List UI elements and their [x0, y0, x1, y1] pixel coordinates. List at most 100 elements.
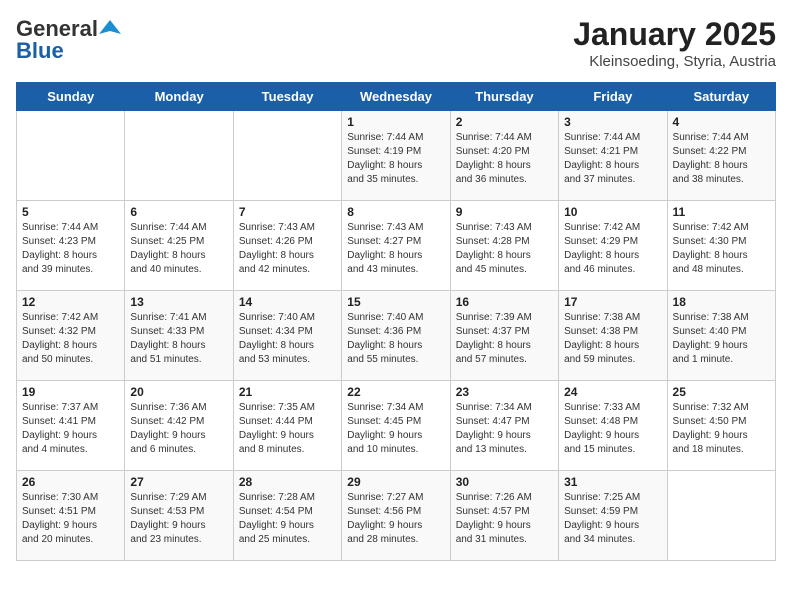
- day-content: Sunrise: 7:44 AM Sunset: 4:22 PM Dayligh…: [673, 131, 770, 187]
- day-number: 24: [564, 385, 661, 399]
- day-number: 5: [22, 205, 119, 219]
- day-number: 8: [347, 205, 444, 219]
- day-content: Sunrise: 7:43 AM Sunset: 4:26 PM Dayligh…: [239, 221, 336, 277]
- weekday-header-friday: Friday: [559, 83, 667, 111]
- day-number: 7: [239, 205, 336, 219]
- day-number: 1: [347, 115, 444, 129]
- calendar-cell: 19 Sunrise: 7:37 AM Sunset: 4:41 PM Dayli…: [17, 381, 125, 471]
- day-number: 19: [22, 385, 119, 399]
- day-number: 23: [456, 385, 553, 399]
- day-content: Sunrise: 7:30 AM Sunset: 4:51 PM Dayligh…: [22, 491, 119, 547]
- calendar-title-block: January 2025 Kleinsoeding, Styria, Austr…: [573, 16, 776, 70]
- calendar-header: SundayMondayTuesdayWednesdayThursdayFrid…: [17, 83, 776, 111]
- day-number: 18: [673, 295, 770, 309]
- day-number: 14: [239, 295, 336, 309]
- day-number: 30: [456, 475, 553, 489]
- calendar-cell: 21 Sunrise: 7:35 AM Sunset: 4:44 PM Dayli…: [233, 381, 341, 471]
- day-content: Sunrise: 7:42 AM Sunset: 4:29 PM Dayligh…: [564, 221, 661, 277]
- calendar-cell: 7 Sunrise: 7:43 AM Sunset: 4:26 PM Daylig…: [233, 201, 341, 291]
- day-number: 25: [673, 385, 770, 399]
- calendar-cell: 10Sunrise: 7:42 AM Sunset: 4:29 PM Dayli…: [559, 201, 667, 291]
- page-header: General Blue January 2025 Kleinsoeding, …: [16, 16, 776, 70]
- day-content: Sunrise: 7:29 AM Sunset: 4:53 PM Dayligh…: [130, 491, 227, 547]
- day-content: Sunrise: 7:34 AM Sunset: 4:45 PM Dayligh…: [347, 401, 444, 457]
- calendar-cell: 4 Sunrise: 7:44 AM Sunset: 4:22 PM Daylig…: [667, 111, 775, 201]
- calendar-cell: [667, 471, 775, 561]
- day-content: Sunrise: 7:44 AM Sunset: 4:20 PM Dayligh…: [456, 131, 553, 187]
- calendar-cell: 25Sunrise: 7:32 AM Sunset: 4:50 PM Dayli…: [667, 381, 775, 471]
- weekday-header-tuesday: Tuesday: [233, 83, 341, 111]
- day-content: Sunrise: 7:42 AM Sunset: 4:30 PM Dayligh…: [673, 221, 770, 277]
- calendar-cell: [17, 111, 125, 201]
- day-content: Sunrise: 7:34 AM Sunset: 4:47 PM Dayligh…: [456, 401, 553, 457]
- calendar-title: January 2025: [573, 16, 776, 53]
- calendar-cell: 17Sunrise: 7:38 AM Sunset: 4:38 PM Dayli…: [559, 291, 667, 381]
- calendar-cell: 16 Sunrise: 7:39 AM Sunset: 4:37 PM Dayli…: [450, 291, 558, 381]
- calendar-cell: 30 Sunrise: 7:26 AM Sunset: 4:57 PM Dayli…: [450, 471, 558, 561]
- calendar-week-4: 19 Sunrise: 7:37 AM Sunset: 4:41 PM Dayli…: [17, 381, 776, 471]
- weekday-header-sunday: Sunday: [17, 83, 125, 111]
- calendar-cell: 11 Sunrise: 7:42 AM Sunset: 4:30 PM Dayli…: [667, 201, 775, 291]
- day-number: 15: [347, 295, 444, 309]
- day-content: Sunrise: 7:38 AM Sunset: 4:40 PM Dayligh…: [673, 311, 770, 367]
- day-number: 29: [347, 475, 444, 489]
- calendar-cell: 8 Sunrise: 7:43 AM Sunset: 4:27 PM Daylig…: [342, 201, 450, 291]
- calendar-cell: 27 Sunrise: 7:29 AM Sunset: 4:53 PM Dayli…: [125, 471, 233, 561]
- day-number: 27: [130, 475, 227, 489]
- calendar-cell: 3 Sunrise: 7:44 AM Sunset: 4:21 PM Daylig…: [559, 111, 667, 201]
- day-content: Sunrise: 7:44 AM Sunset: 4:23 PM Dayligh…: [22, 221, 119, 277]
- calendar-cell: 26Sunrise: 7:30 AM Sunset: 4:51 PM Dayli…: [17, 471, 125, 561]
- day-number: 12: [22, 295, 119, 309]
- calendar-cell: 2 Sunrise: 7:44 AM Sunset: 4:20 PM Daylig…: [450, 111, 558, 201]
- day-content: Sunrise: 7:44 AM Sunset: 4:19 PM Dayligh…: [347, 131, 444, 187]
- day-content: Sunrise: 7:43 AM Sunset: 4:28 PM Dayligh…: [456, 221, 553, 277]
- logo: General Blue: [16, 16, 121, 64]
- day-content: Sunrise: 7:25 AM Sunset: 4:59 PM Dayligh…: [564, 491, 661, 547]
- day-content: Sunrise: 7:44 AM Sunset: 4:25 PM Dayligh…: [130, 221, 227, 277]
- day-number: 20: [130, 385, 227, 399]
- day-number: 13: [130, 295, 227, 309]
- calendar-week-2: 5 Sunrise: 7:44 AM Sunset: 4:23 PM Daylig…: [17, 201, 776, 291]
- day-number: 16: [456, 295, 553, 309]
- calendar-cell: 22 Sunrise: 7:34 AM Sunset: 4:45 PM Dayli…: [342, 381, 450, 471]
- calendar-cell: 14 Sunrise: 7:40 AM Sunset: 4:34 PM Dayli…: [233, 291, 341, 381]
- calendar-cell: 31Sunrise: 7:25 AM Sunset: 4:59 PM Dayli…: [559, 471, 667, 561]
- day-content: Sunrise: 7:39 AM Sunset: 4:37 PM Dayligh…: [456, 311, 553, 367]
- day-content: Sunrise: 7:37 AM Sunset: 4:41 PM Dayligh…: [22, 401, 119, 457]
- day-content: Sunrise: 7:42 AM Sunset: 4:32 PM Dayligh…: [22, 311, 119, 367]
- day-content: Sunrise: 7:35 AM Sunset: 4:44 PM Dayligh…: [239, 401, 336, 457]
- day-number: 3: [564, 115, 661, 129]
- day-content: Sunrise: 7:40 AM Sunset: 4:34 PM Dayligh…: [239, 311, 336, 367]
- calendar-cell: [125, 111, 233, 201]
- day-content: Sunrise: 7:44 AM Sunset: 4:21 PM Dayligh…: [564, 131, 661, 187]
- calendar-cell: 23 Sunrise: 7:34 AM Sunset: 4:47 PM Dayli…: [450, 381, 558, 471]
- day-number: 4: [673, 115, 770, 129]
- calendar-cell: 1 Sunrise: 7:44 AM Sunset: 4:19 PM Daylig…: [342, 111, 450, 201]
- calendar-cell: [233, 111, 341, 201]
- day-number: 6: [130, 205, 227, 219]
- day-number: 2: [456, 115, 553, 129]
- day-content: Sunrise: 7:36 AM Sunset: 4:42 PM Dayligh…: [130, 401, 227, 457]
- calendar-cell: 28 Sunrise: 7:28 AM Sunset: 4:54 PM Dayli…: [233, 471, 341, 561]
- day-number: 28: [239, 475, 336, 489]
- calendar-week-3: 12 Sunrise: 7:42 AM Sunset: 4:32 PM Dayli…: [17, 291, 776, 381]
- day-number: 22: [347, 385, 444, 399]
- weekday-header-row: SundayMondayTuesdayWednesdayThursdayFrid…: [17, 83, 776, 111]
- calendar-cell: 9Sunrise: 7:43 AM Sunset: 4:28 PM Daylig…: [450, 201, 558, 291]
- day-content: Sunrise: 7:41 AM Sunset: 4:33 PM Dayligh…: [130, 311, 227, 367]
- day-number: 11: [673, 205, 770, 219]
- day-content: Sunrise: 7:40 AM Sunset: 4:36 PM Dayligh…: [347, 311, 444, 367]
- day-content: Sunrise: 7:28 AM Sunset: 4:54 PM Dayligh…: [239, 491, 336, 547]
- logo-blue-text: Blue: [16, 38, 64, 64]
- day-number: 21: [239, 385, 336, 399]
- day-content: Sunrise: 7:38 AM Sunset: 4:38 PM Dayligh…: [564, 311, 661, 367]
- day-content: Sunrise: 7:43 AM Sunset: 4:27 PM Dayligh…: [347, 221, 444, 277]
- calendar-cell: 18 Sunrise: 7:38 AM Sunset: 4:40 PM Dayli…: [667, 291, 775, 381]
- calendar-week-1: 1 Sunrise: 7:44 AM Sunset: 4:19 PM Daylig…: [17, 111, 776, 201]
- weekday-header-thursday: Thursday: [450, 83, 558, 111]
- day-content: Sunrise: 7:33 AM Sunset: 4:48 PM Dayligh…: [564, 401, 661, 457]
- calendar-cell: 5 Sunrise: 7:44 AM Sunset: 4:23 PM Daylig…: [17, 201, 125, 291]
- calendar-subtitle: Kleinsoeding, Styria, Austria: [573, 53, 776, 70]
- day-content: Sunrise: 7:26 AM Sunset: 4:57 PM Dayligh…: [456, 491, 553, 547]
- calendar-body: 1 Sunrise: 7:44 AM Sunset: 4:19 PM Daylig…: [17, 111, 776, 561]
